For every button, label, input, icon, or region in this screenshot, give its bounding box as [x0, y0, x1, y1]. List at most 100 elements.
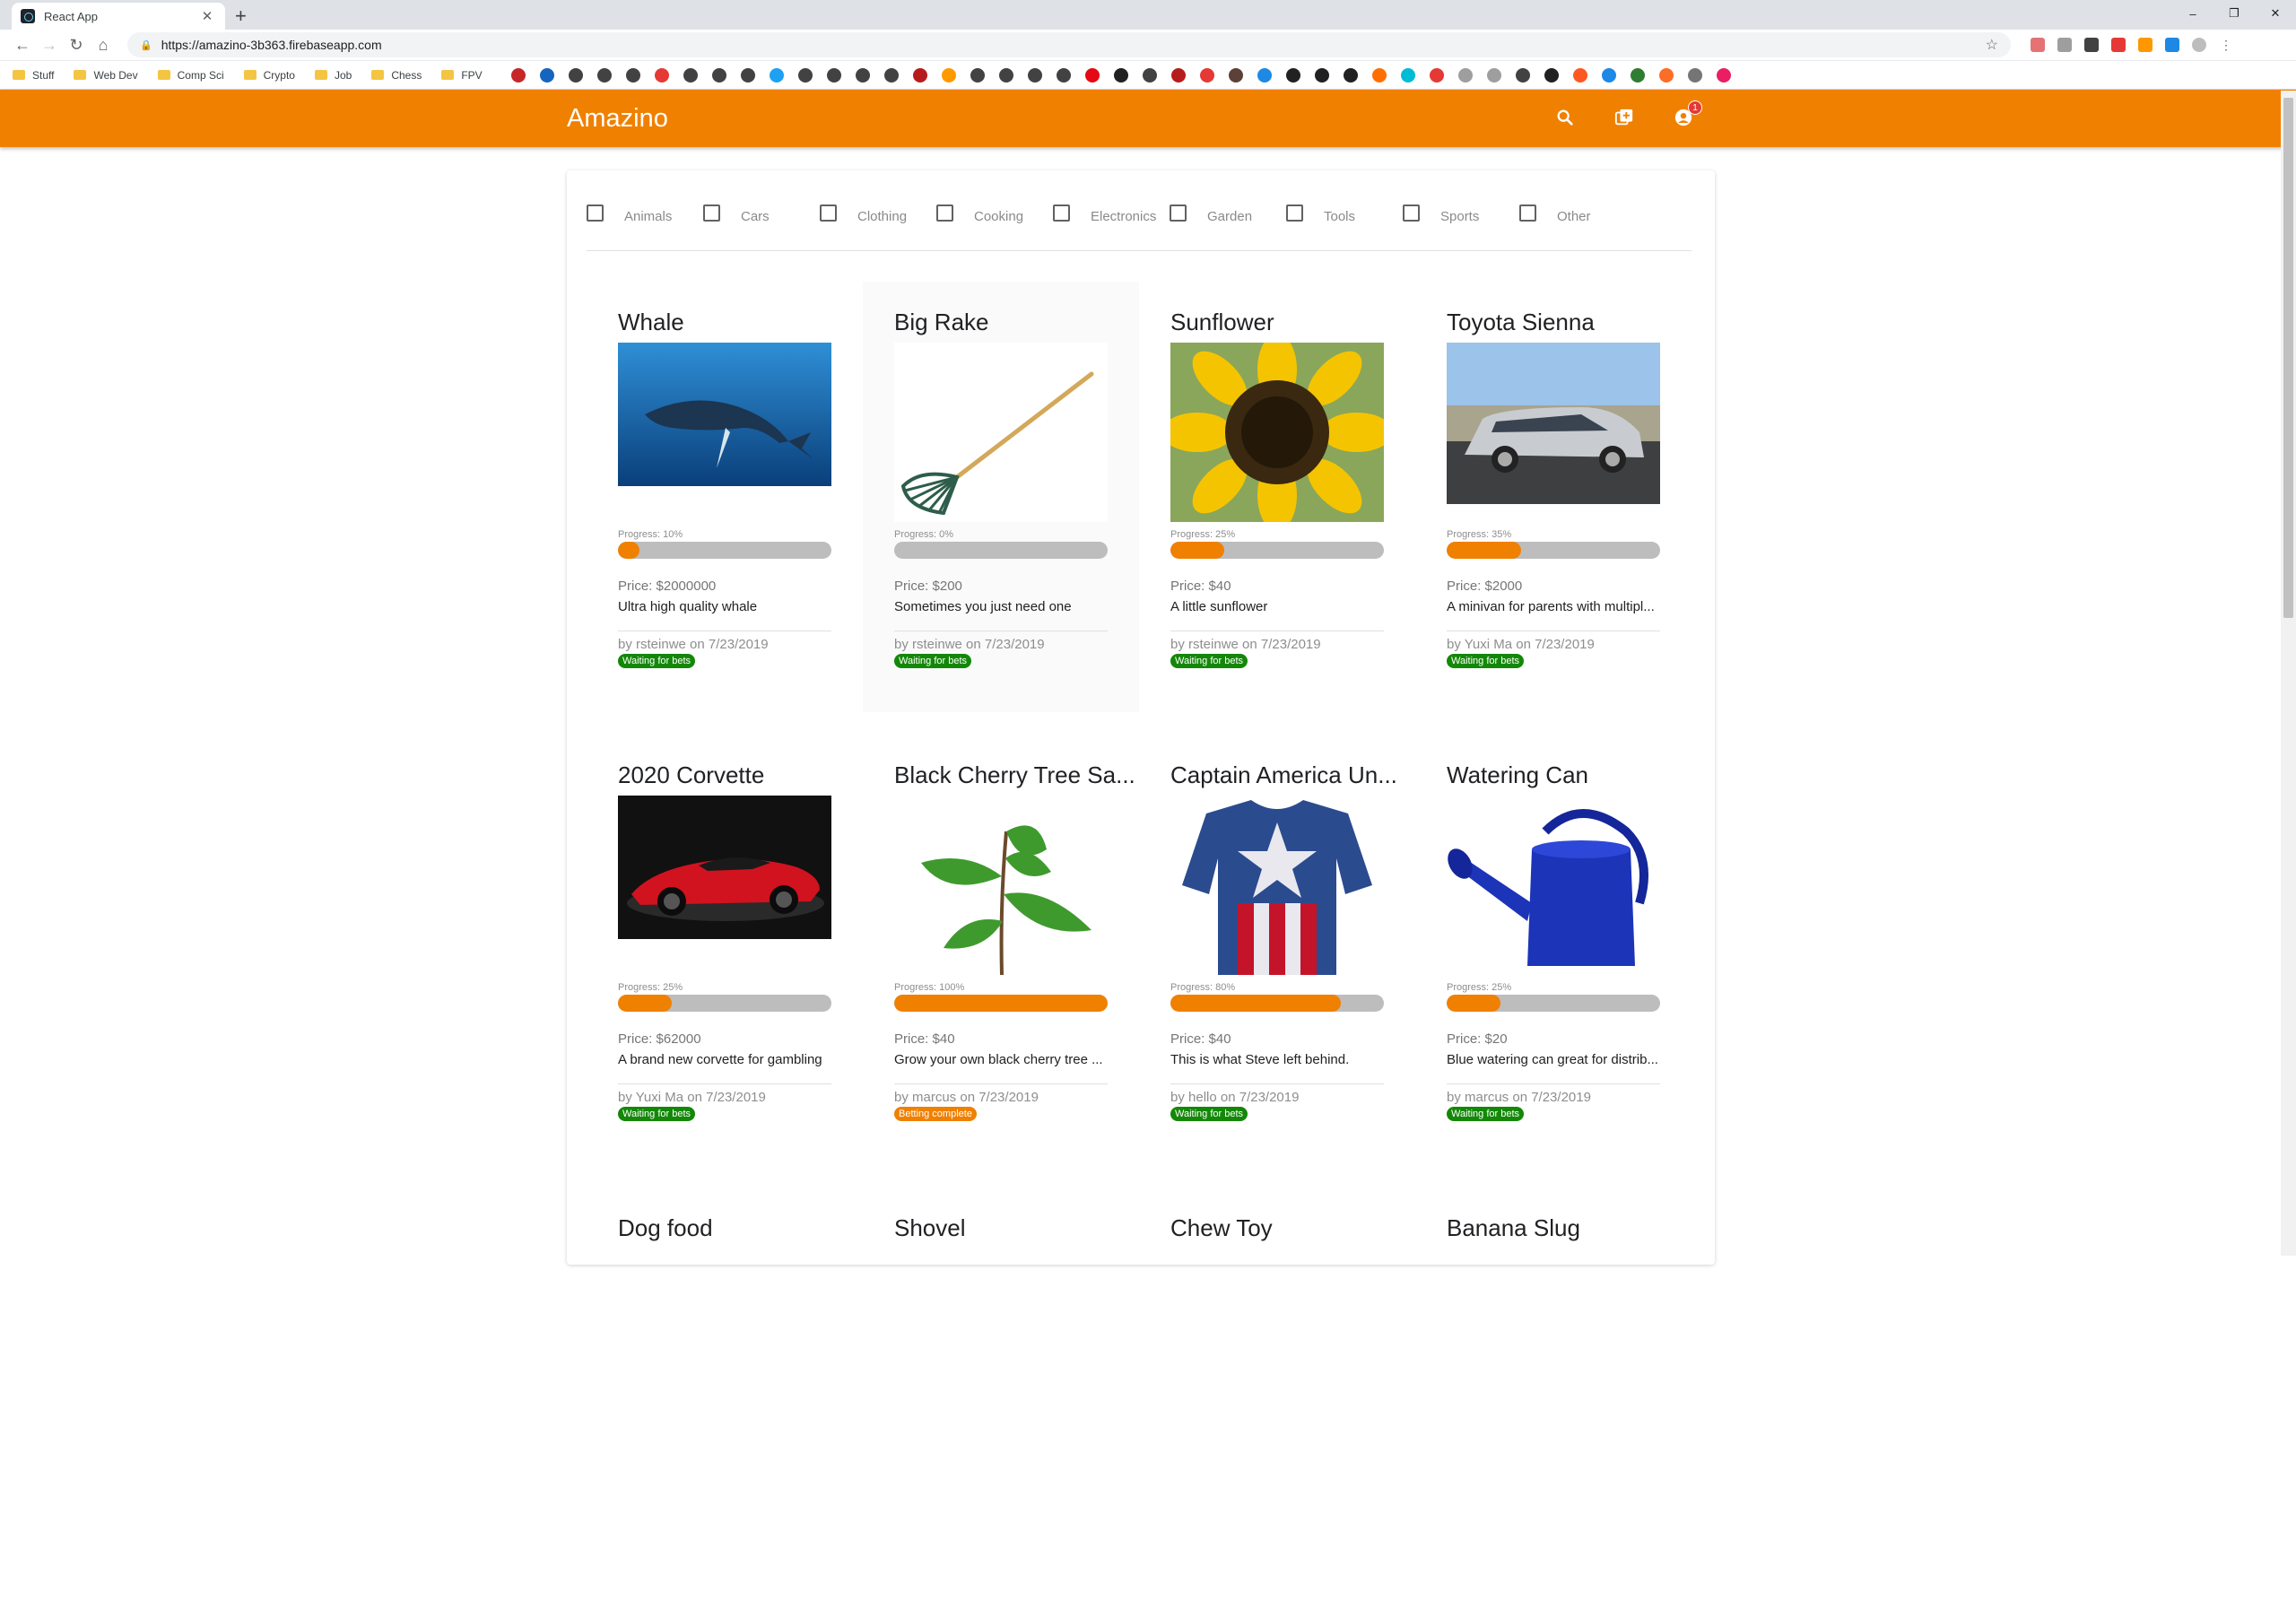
product-card[interactable]: Chew Toy [1139, 1187, 1415, 1618]
bookmark-site-icon[interactable] [654, 67, 669, 83]
bookmark-folder[interactable]: Crypto [243, 69, 295, 82]
checkbox[interactable] [1053, 204, 1070, 222]
extension-icon[interactable] [2084, 38, 2099, 52]
extension-icon[interactable] [2111, 38, 2126, 52]
bookmark-site-icon[interactable] [1285, 67, 1300, 83]
menu-icon[interactable]: ⋮ [2219, 38, 2233, 52]
filter-electronics[interactable]: Electronics [1053, 204, 1170, 250]
address-bar[interactable]: 🔒 https://amazino-3b363.firebaseapp.com … [127, 32, 2011, 57]
bookmark-site-icon[interactable] [539, 67, 554, 83]
bookmark-site-icon[interactable] [1257, 67, 1272, 83]
tab-close-icon[interactable]: ✕ [198, 8, 216, 24]
bookmark-site-icon[interactable] [1400, 67, 1415, 83]
filter-cars[interactable]: Cars [703, 204, 820, 250]
checkbox[interactable] [587, 204, 604, 222]
scrollbar-thumb[interactable] [2283, 98, 2293, 618]
bookmark-site-icon[interactable] [625, 67, 640, 83]
product-card[interactable]: Big Rake Progress: 0% Price: $200 Sometimes… [863, 282, 1139, 712]
bookmark-site-icon[interactable] [1228, 67, 1243, 83]
product-card[interactable]: Banana Slug [1415, 1187, 1692, 1618]
bookmark-site-icon[interactable] [1142, 67, 1157, 83]
bookmark-site-icon[interactable] [1544, 67, 1559, 83]
filter-cooking[interactable]: Cooking [936, 204, 1053, 250]
filter-clothing[interactable]: Clothing [820, 204, 936, 250]
search-icon[interactable] [1552, 104, 1578, 131]
filter-sports[interactable]: Sports [1403, 204, 1519, 250]
bookmark-star-icon[interactable]: ☆ [1986, 36, 1998, 54]
bookmark-site-icon[interactable] [1630, 67, 1645, 83]
product-card[interactable]: Shovel [863, 1187, 1139, 1618]
checkbox[interactable] [936, 204, 953, 222]
bookmark-site-icon[interactable] [1343, 67, 1358, 83]
bookmark-site-icon[interactable] [998, 67, 1013, 83]
product-card[interactable]: Toyota Sienna Progress: 35% Price: $2000 A … [1415, 282, 1692, 712]
product-card[interactable]: Sunflower Progress: 25% Price: $40 A little… [1139, 282, 1415, 712]
url-text[interactable]: https://amazino-3b363.firebaseapp.com [161, 38, 1986, 52]
extension-icon[interactable] [2057, 38, 2072, 52]
bookmark-site-icon[interactable] [1314, 67, 1329, 83]
add-box-icon[interactable] [1611, 104, 1638, 131]
bookmark-site-icon[interactable] [1113, 67, 1128, 83]
bookmark-site-icon[interactable] [568, 67, 583, 83]
product-card[interactable]: Dog food [587, 1187, 863, 1618]
bookmark-site-icon[interactable] [1515, 67, 1530, 83]
extension-icon[interactable] [2138, 38, 2152, 52]
forward-icon[interactable]: → [36, 36, 63, 55]
bookmark-site-icon[interactable] [826, 67, 841, 83]
minimize-button[interactable]: – [2172, 0, 2213, 27]
bookmark-site-icon[interactable] [970, 67, 985, 83]
bookmark-site-icon[interactable] [1658, 67, 1674, 83]
product-card[interactable]: Captain America Un... Progress: 80% Price:… [1139, 735, 1415, 1165]
bookmark-site-icon[interactable] [1486, 67, 1501, 83]
checkbox[interactable] [1403, 204, 1420, 222]
app-brand[interactable]: Amazino [567, 104, 668, 134]
bookmark-site-icon[interactable] [797, 67, 813, 83]
checkbox[interactable] [1519, 204, 1536, 222]
back-icon[interactable]: ← [9, 36, 36, 55]
bookmark-folder[interactable]: Stuff [13, 69, 54, 82]
browser-tab[interactable]: React App ✕ [12, 3, 225, 30]
filter-tools[interactable]: Tools [1286, 204, 1403, 250]
extension-icon[interactable] [2031, 38, 2045, 52]
bookmark-folder[interactable]: Comp Sci [157, 69, 224, 82]
bookmark-site-icon[interactable] [912, 67, 927, 83]
home-icon[interactable]: ⌂ [90, 36, 117, 55]
bookmark-folder[interactable]: Job [314, 69, 352, 82]
bookmark-site-icon[interactable] [1056, 67, 1071, 83]
product-card[interactable]: Black Cherry Tree Sa... Progress: 100% Pri… [863, 735, 1139, 1165]
bookmark-site-icon[interactable] [510, 67, 526, 83]
extension-icon[interactable] [2165, 38, 2179, 52]
checkbox[interactable] [703, 204, 720, 222]
bookmark-site-icon[interactable] [596, 67, 612, 83]
bookmark-folder[interactable]: Web Dev [74, 69, 138, 82]
restore-button[interactable]: ❐ [2213, 0, 2255, 27]
bookmark-site-icon[interactable] [1084, 67, 1100, 83]
bookmark-site-icon[interactable] [855, 67, 870, 83]
bookmark-site-icon[interactable] [1572, 67, 1587, 83]
checkbox[interactable] [820, 204, 837, 222]
bookmark-folder[interactable]: FPV [441, 69, 483, 82]
product-card[interactable]: Whale Progress: 10% Price: $2000000 Ultra h… [587, 282, 863, 712]
bookmark-site-icon[interactable] [1199, 67, 1214, 83]
filter-animals[interactable]: Animals [587, 204, 703, 250]
bookmark-site-icon[interactable] [1429, 67, 1444, 83]
bookmark-site-icon[interactable] [1687, 67, 1702, 83]
bookmark-site-icon[interactable] [883, 67, 899, 83]
bookmark-site-icon[interactable] [1170, 67, 1186, 83]
bookmark-site-icon[interactable] [941, 67, 956, 83]
bookmark-site-icon[interactable] [740, 67, 755, 83]
new-tab-button[interactable]: + [235, 4, 247, 28]
reload-icon[interactable]: ↻ [63, 36, 90, 55]
account-icon[interactable]: 1 [1670, 100, 1702, 131]
checkbox[interactable] [1170, 204, 1187, 222]
profile-icon[interactable] [2192, 38, 2206, 52]
bookmark-site-icon[interactable] [1601, 67, 1616, 83]
close-window-button[interactable]: ✕ [2255, 0, 2296, 27]
bookmark-folder[interactable]: Chess [371, 69, 422, 82]
bookmark-site-icon[interactable] [1371, 67, 1387, 83]
bookmark-site-icon[interactable] [769, 67, 784, 83]
bookmark-site-icon[interactable] [683, 67, 698, 83]
bookmark-site-icon[interactable] [711, 67, 726, 83]
bookmark-site-icon[interactable] [1457, 67, 1473, 83]
bookmark-site-icon[interactable] [1027, 67, 1042, 83]
